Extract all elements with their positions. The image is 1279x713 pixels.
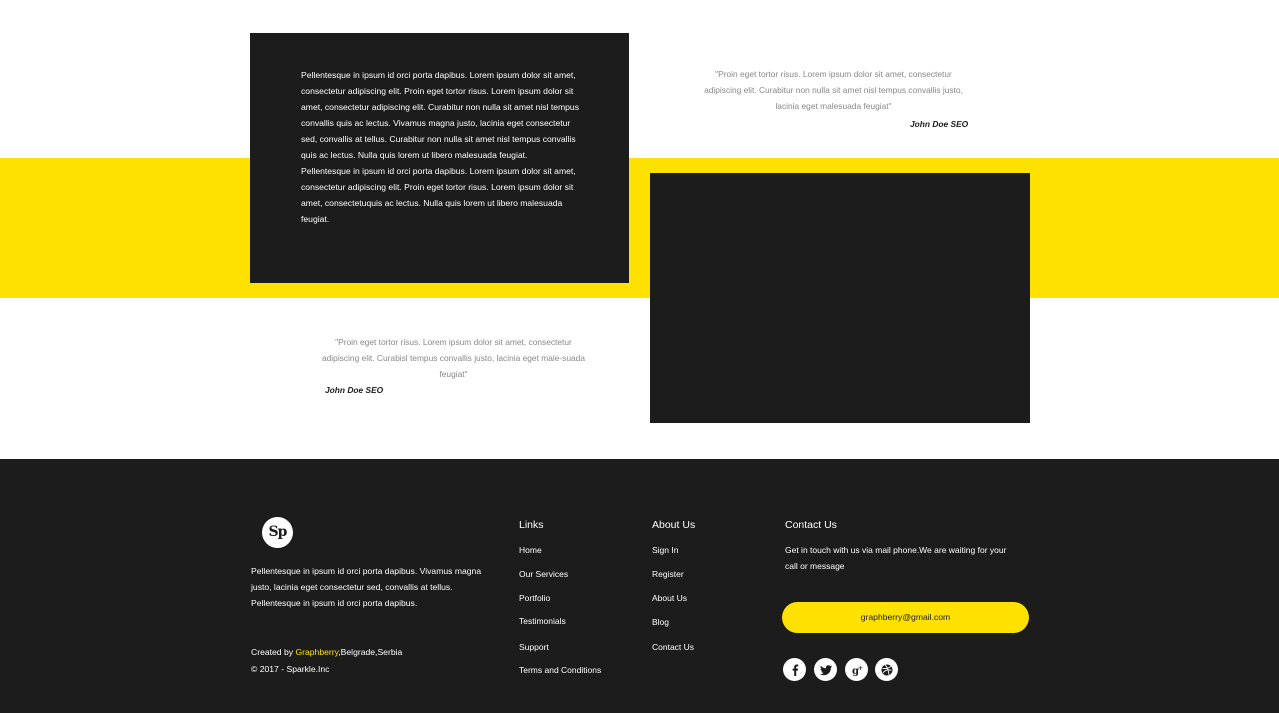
about-title: About Us xyxy=(652,519,696,531)
link-portfolio[interactable]: Portfolio xyxy=(519,593,550,603)
credit-prefix: Created by xyxy=(251,647,296,657)
link-testimonials[interactable]: Testimonials xyxy=(519,616,566,626)
google-plus-icon[interactable]: g + xyxy=(845,658,868,681)
yellow-band xyxy=(0,158,1279,298)
logo[interactable]: Sp xyxy=(262,517,293,548)
contact-text: Get in touch with us via mail phone.We a… xyxy=(785,545,1007,571)
credit-suffix: ,Belgrade,Serbia xyxy=(338,647,403,657)
link-terms[interactable]: Terms and Conditions xyxy=(519,665,601,675)
credit-line: Created by Graphberry,Belgrade,Serbia xyxy=(251,644,402,661)
facebook-icon[interactable] xyxy=(783,658,806,681)
text-panel: Pellentesque in ipsum id orci porta dapi… xyxy=(250,33,629,283)
links-title: Links xyxy=(519,519,544,531)
paragraph-1: Pellentesque in ipsum id orci porta dapi… xyxy=(301,70,580,160)
testimonial-quote: "Proin eget tortor risus. Lorem ipsum do… xyxy=(704,69,963,111)
testimonial-quote: "Proin eget tortor risus. Lorem ipsum do… xyxy=(321,337,585,379)
paragraph-2: Pellentesque in ipsum id orci porta dapi… xyxy=(301,166,576,224)
contact-title: Contact Us xyxy=(785,519,837,531)
link-support[interactable]: Support xyxy=(519,642,549,652)
copyright: © 2017 - Sparkle.Inc xyxy=(251,664,330,674)
footer-about-text: Pellentesque in ipsum id orci porta dapi… xyxy=(251,566,482,608)
link-sign-in[interactable]: Sign In xyxy=(652,545,678,555)
footer: Sp Pellentesque in ipsum id orci porta d… xyxy=(0,459,1279,713)
text-panel-copy: Pellentesque in ipsum id orci porta dapi… xyxy=(301,67,586,227)
email-button[interactable]: graphberry@gmail.com xyxy=(782,602,1029,633)
testimonial-author: John Doe SEO xyxy=(325,385,384,395)
dribbble-icon[interactable] xyxy=(875,658,898,681)
svg-text:+: + xyxy=(858,665,863,672)
link-contact-us[interactable]: Contact Us xyxy=(652,642,694,652)
testimonial-author: John Doe SEO xyxy=(910,119,969,129)
twitter-icon[interactable] xyxy=(814,658,837,681)
credits: Created by Graphberry,Belgrade,Serbia © … xyxy=(251,644,402,678)
image-placeholder xyxy=(650,173,1030,423)
link-register[interactable]: Register xyxy=(652,569,684,579)
link-our-services[interactable]: Our Services xyxy=(519,569,568,579)
link-home[interactable]: Home xyxy=(519,545,542,555)
credit-brand-link[interactable]: Graphberry xyxy=(295,647,338,657)
link-blog[interactable]: Blog xyxy=(652,617,669,627)
link-about-us[interactable]: About Us xyxy=(652,593,687,603)
